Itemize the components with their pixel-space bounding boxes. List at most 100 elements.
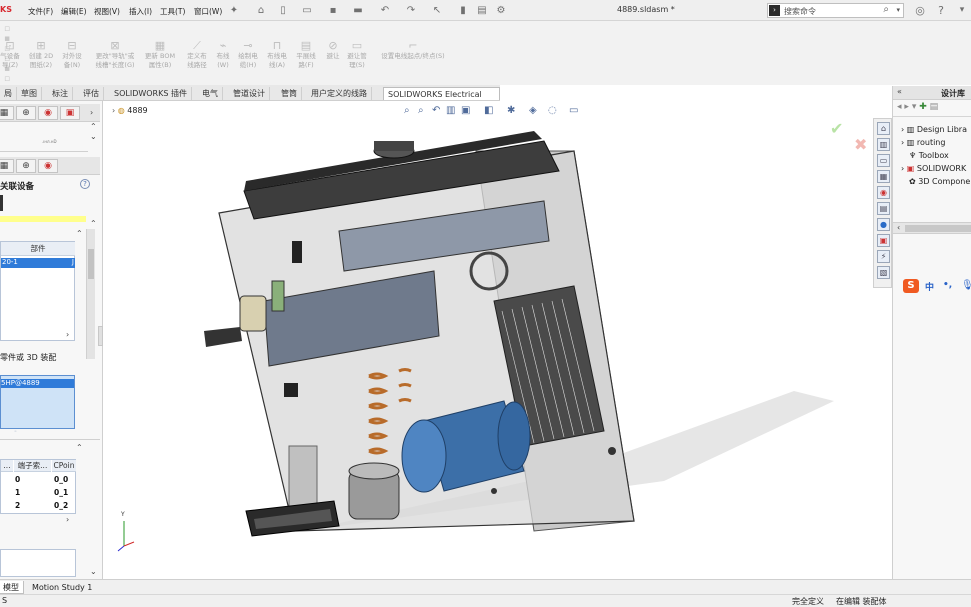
tree-item-3d-components[interactable]: ✿ 3D Compone	[909, 177, 970, 186]
tab-electrical[interactable]: 电气	[198, 87, 223, 100]
expand-arrow-icon[interactable]: ›	[901, 125, 904, 134]
tree-item-toolbox[interactable]: ♆ Toolbox	[909, 151, 949, 160]
expand-arrow-icon[interactable]: ›	[901, 138, 904, 147]
tree-item-design-library[interactable]: › ▥ Design Libra	[901, 125, 967, 134]
pin-icon[interactable]: ✦	[228, 5, 240, 16]
terminal-index-cell[interactable]: 2	[15, 501, 20, 510]
set-wire-endpoints-button[interactable]: ⌐ 设置电线起点/终点(S)	[374, 40, 452, 61]
terminal-index-cell[interactable]: 1	[15, 488, 20, 497]
notes-box[interactable]	[0, 549, 76, 577]
cpoint-cell[interactable]: 0_0	[54, 475, 68, 484]
appearances-icon[interactable]: ◉	[877, 186, 890, 199]
redo-icon[interactable]: ↷	[405, 5, 417, 16]
ime-mode-chinese[interactable]: 中	[925, 280, 934, 293]
chevron-down-icon[interactable]: ⌄	[90, 567, 97, 576]
menu-window[interactable]: 窗口(W)	[194, 6, 222, 17]
search-input[interactable]: 搜索命令	[784, 6, 816, 17]
tab-piping[interactable]: 管道设计	[229, 87, 270, 100]
tab-layout[interactable]: 局	[0, 87, 17, 100]
chevron-down-icon[interactable]: ▾	[956, 5, 968, 16]
chevron-down-icon[interactable]: ⌄	[90, 132, 97, 141]
view-palette-icon[interactable]: ▦	[877, 170, 890, 183]
menu-view[interactable]: 视图(V)	[94, 6, 120, 17]
graphics-area[interactable]: › ◍ 4889 ⌕ ⌕ ↶ ▥ ▣ ◧ ✱ ◈ ◌ ▭ ▢ ▢ − ▭ × ✔…	[104, 101, 892, 579]
config-manager-tab-icon[interactable]: ▦	[0, 106, 14, 120]
tab-markup[interactable]: 标注	[48, 87, 73, 100]
chevron-right-icon[interactable]: ›	[66, 330, 69, 339]
tree-item-solidworks-content[interactable]: › ▣ SOLIDWORK	[901, 164, 966, 173]
custom-properties-icon[interactable]: ▤	[877, 202, 890, 215]
appearance-tab-icon[interactable]: ◉	[38, 106, 58, 120]
open-icon[interactable]: ▭	[301, 5, 313, 16]
terminal-grid[interactable]: ... 端子索... CPoin 0 0_0 1 0_1 2 0_2	[0, 459, 76, 514]
change-rail-length-button[interactable]: ⊠ 更改"导轨"或 线槽"长度(G)	[92, 40, 138, 70]
chevron-up-icon[interactable]: ⌃	[90, 122, 97, 131]
search-commands-box[interactable]: › 搜索命令 ⌕ ▾	[767, 3, 904, 18]
collapse-icon[interactable]: ⌃	[76, 229, 83, 238]
scrollbar-thumb[interactable]	[905, 225, 971, 232]
tab-model[interactable]: 模型	[0, 581, 24, 594]
help-icon[interactable]: ?	[935, 5, 947, 16]
dimxpert-tab-icon[interactable]: ⊕	[16, 159, 36, 173]
config-manager-tab-icon[interactable]: ▦	[0, 159, 14, 173]
component-list[interactable]: 5HP@4889	[0, 375, 75, 429]
dimxpert-tab-icon[interactable]: ⊕	[16, 106, 36, 120]
resize-handle-icon[interactable]: ◦	[14, 429, 17, 435]
options-icon[interactable]: ⚙	[495, 5, 507, 16]
update-bom-button[interactable]: ▦ 更新 BOM 属性(B)	[140, 40, 180, 70]
solidworks-forum-icon[interactable]: ●	[877, 218, 890, 231]
rebuild-icon[interactable]: ▮	[457, 5, 469, 16]
tab-evaluate[interactable]: 评估	[79, 87, 104, 100]
terminal-index-cell[interactable]: 0	[15, 475, 20, 484]
print-icon[interactable]: ▬	[352, 5, 364, 16]
sogou-logo-icon[interactable]: S	[903, 279, 919, 293]
chevron-left-icon[interactable]: ‹	[897, 223, 900, 232]
ime-punctuation[interactable]: •,	[943, 280, 952, 290]
scrollbar-thumb[interactable]	[88, 249, 94, 279]
tree-item-routing[interactable]: › ▥ routing	[901, 138, 945, 147]
tab-solidworks-addins[interactable]: SOLIDWORKS 插件	[110, 87, 192, 100]
tab-sketch[interactable]: 草图	[17, 87, 42, 100]
tab-solidworks-electrical-3d[interactable]: SOLIDWORKS Electrical 3D	[383, 87, 500, 112]
external-device-button[interactable]: ⊟ 对外设 备(N)	[52, 40, 92, 70]
routing-library-icon[interactable]: ▧	[877, 266, 890, 279]
cpoint-cell[interactable]: 0_2	[54, 501, 68, 510]
tab-motion-study-1[interactable]: Motion Study 1	[28, 581, 96, 594]
save-icon[interactable]: ▪	[327, 5, 339, 16]
panel-splitter-handle[interactable]	[98, 326, 103, 346]
design-library-icon[interactable]: ▥	[877, 138, 890, 151]
electrical-icon[interactable]: ⚡	[877, 250, 890, 263]
cam-tab-icon[interactable]: ▣	[60, 106, 80, 120]
component-selected-row[interactable]: 5HP@4889	[1, 379, 74, 388]
undo-icon[interactable]: ↶	[379, 5, 391, 16]
file-properties-icon[interactable]: ▤	[476, 5, 488, 16]
select-icon[interactable]: ↖	[431, 5, 443, 16]
cam-icon[interactable]: ▣	[877, 234, 890, 247]
cpoint-cell[interactable]: 0_1	[54, 488, 68, 497]
new-document-icon[interactable]: ▯	[277, 5, 289, 16]
user-icon[interactable]: ◎	[914, 5, 926, 16]
add-file-icon[interactable]: ▤	[930, 102, 939, 112]
home-icon[interactable]: ⌂	[877, 122, 890, 135]
avoid-management-button[interactable]: ▭ 避让管 理(S)	[337, 40, 377, 70]
chevron-up-icon[interactable]: ⌃	[90, 219, 97, 228]
menu-file[interactable]: 文件(F)	[28, 6, 53, 17]
search-icon[interactable]: ⌕	[883, 4, 889, 15]
chevron-down-icon[interactable]: ▾	[912, 102, 917, 112]
parts-selected-row[interactable]: 20-1 J	[1, 258, 75, 268]
pane-horizontal-scrollbar[interactable]: ‹	[893, 222, 971, 234]
file-explorer-icon[interactable]: ▭	[877, 154, 890, 167]
appearance-tab-icon[interactable]: ◉	[38, 159, 58, 173]
help-icon[interactable]: ?	[80, 179, 90, 189]
expand-arrow-icon[interactable]: ›	[901, 164, 904, 173]
add-location-icon[interactable]: ✚	[919, 102, 927, 112]
chevron-down-icon[interactable]: ▾	[896, 6, 900, 14]
collapse-pane-icon[interactable]: «	[897, 87, 902, 96]
menu-insert[interactable]: 插入(I)	[129, 6, 152, 17]
home-icon[interactable]: ⌂	[255, 5, 267, 16]
microphone-icon[interactable]: 🎙	[961, 280, 971, 291]
parts-list[interactable]: 部件 20-1 J	[0, 241, 75, 341]
chevron-up-icon[interactable]: ⌃	[76, 443, 83, 452]
model-3d-view[interactable]	[104, 101, 892, 579]
tab-user-defined-route[interactable]: 用户定义的线路	[307, 87, 372, 100]
